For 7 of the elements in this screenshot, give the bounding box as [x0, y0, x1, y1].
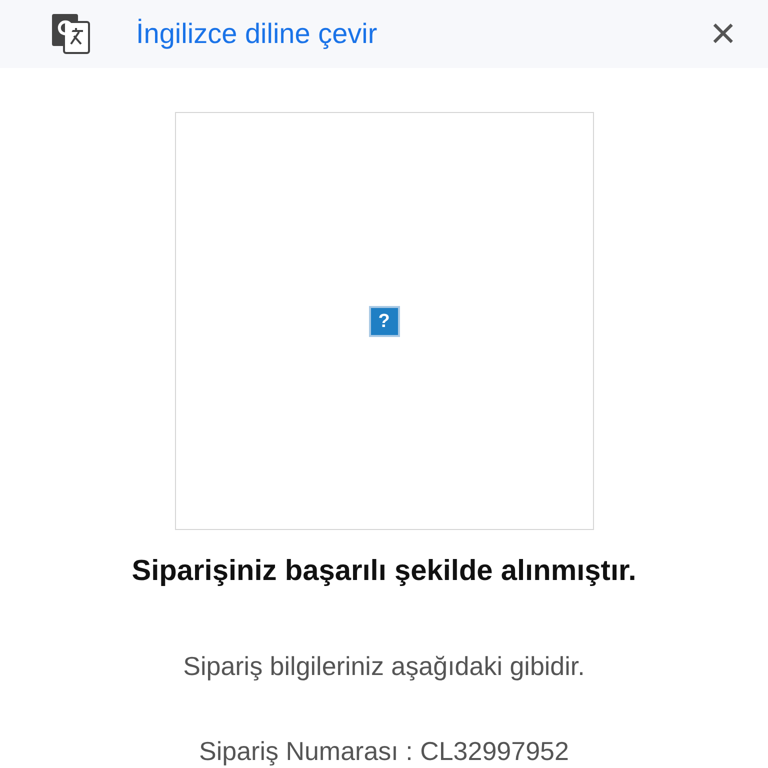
close-button[interactable]: ×: [710, 12, 736, 56]
translate-icon[interactable]: [52, 14, 90, 54]
broken-image-icon: ?: [368, 306, 400, 336]
info-text: Sipariş bilgileriniz aşağıdaki gibidir.: [183, 650, 585, 682]
order-number: Sipariş Numarası : CL32997952: [199, 734, 569, 768]
heading: Siparişiniz başarılı şekilde alınmıştır.: [132, 554, 636, 589]
translate-link[interactable]: İngilizce diline çevir: [136, 13, 710, 55]
